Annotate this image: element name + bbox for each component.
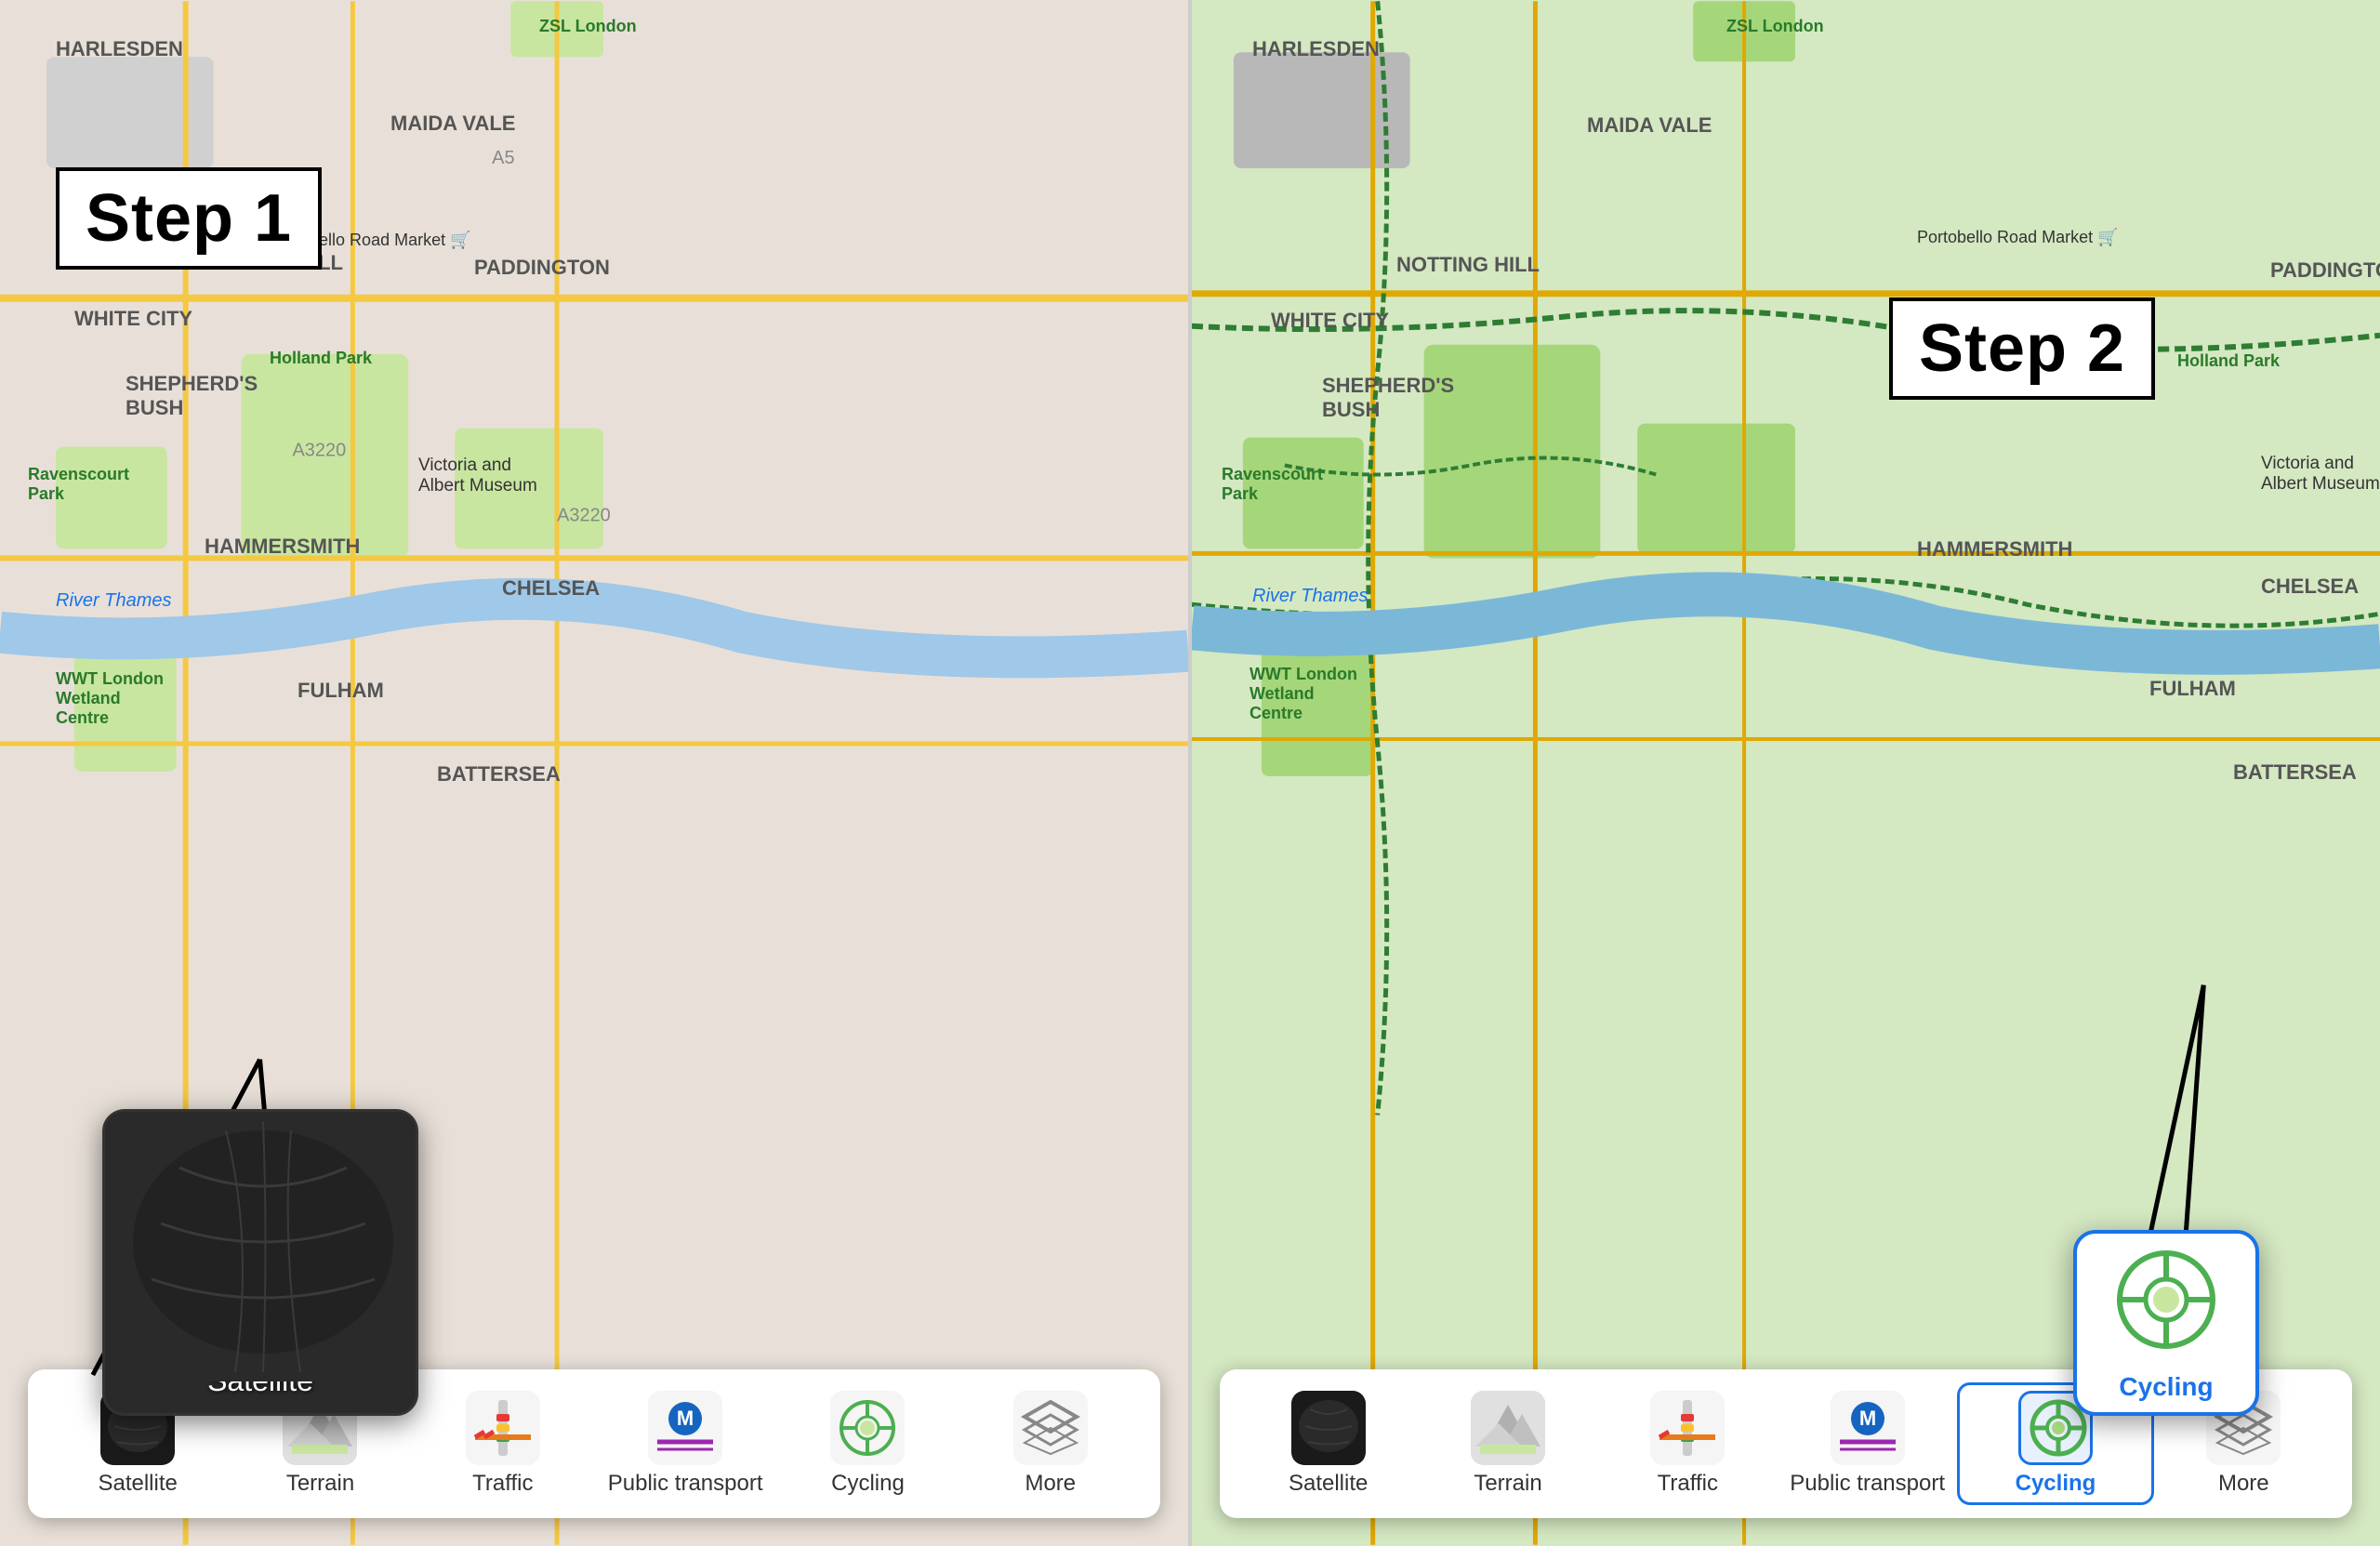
cycling-popup: Cycling xyxy=(2073,1230,2259,1416)
traffic-icon-right xyxy=(1650,1391,1725,1465)
toolbar-item-satellite-right[interactable]: Satellite xyxy=(1238,1391,1418,1498)
svg-text:M: M xyxy=(1858,1407,1875,1430)
svg-text:A3220: A3220 xyxy=(557,505,611,525)
toolbar-item-cycling-left[interactable]: Cycling xyxy=(776,1391,959,1498)
toolbar-label-satellite-right: Satellite xyxy=(1289,1471,1368,1498)
toolbar-item-traffic-right[interactable]: Traffic xyxy=(1598,1391,1778,1498)
toolbar-item-traffic-left[interactable]: Traffic xyxy=(412,1391,594,1498)
step-label-1: Step 1 xyxy=(56,167,322,270)
cycling-icon-left xyxy=(830,1391,905,1465)
left-panel: A3220 A5 A3220 HARLESDEN MAIDA VALE NOTT… xyxy=(0,0,1188,1546)
right-panel: HARLESDEN MAIDA VALE NOTTING HILL PADDIN… xyxy=(1192,0,2380,1546)
toolbar-label-terrain-left: Terrain xyxy=(286,1471,354,1498)
svg-text:M: M xyxy=(677,1407,694,1430)
toolbar-item-more-left[interactable]: More xyxy=(959,1391,1142,1498)
toolbar-item-transit-right[interactable]: M Public transport xyxy=(1778,1391,1957,1498)
toolbar-label-traffic-right: Traffic xyxy=(1658,1471,1718,1498)
traffic-icon-left xyxy=(466,1391,540,1465)
toolbar-label-transit-right: Public transport xyxy=(1790,1471,1945,1498)
terrain-icon-right xyxy=(1471,1391,1545,1465)
step-label-2: Step 2 xyxy=(1889,297,2155,400)
cycling-popup-label: Cycling xyxy=(2119,1365,2213,1402)
transit-icon-left: M xyxy=(648,1391,722,1465)
toolbar-item-terrain-right[interactable]: Terrain xyxy=(1418,1391,1597,1498)
svg-text:A5: A5 xyxy=(492,148,514,168)
satellite-popup: Satellite xyxy=(102,1109,418,1416)
toolbar-label-more-left: More xyxy=(1025,1471,1076,1498)
more-icon-left xyxy=(1013,1391,1088,1465)
svg-text:A3220: A3220 xyxy=(293,441,347,461)
toolbar-label-satellite-left: Satellite xyxy=(98,1471,177,1498)
toolbar-label-terrain-right: Terrain xyxy=(1474,1471,1541,1498)
toolbar-item-transit-left[interactable]: M Public transport xyxy=(594,1391,776,1498)
panel-divider xyxy=(1188,0,1192,1546)
toolbar-label-transit-left: Public transport xyxy=(608,1471,763,1498)
toolbar-label-cycling-left: Cycling xyxy=(831,1471,905,1498)
toolbar-label-cycling-right: Cycling xyxy=(2016,1471,2096,1498)
satellite-icon-right xyxy=(1291,1391,1366,1465)
toolbar-label-traffic-left: Traffic xyxy=(472,1471,533,1498)
transit-icon-right: M xyxy=(1831,1391,1905,1465)
toolbar-label-more-right: More xyxy=(2218,1471,2269,1498)
